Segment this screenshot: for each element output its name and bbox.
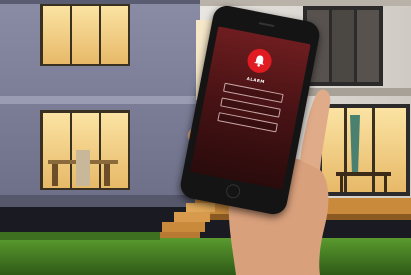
- bell-icon: [254, 55, 264, 67]
- photo-scene: ALARM: [0, 0, 411, 275]
- phone-screen: ALARM: [190, 26, 311, 190]
- alarm-bell-icon: [245, 46, 274, 75]
- status-bar: [218, 29, 310, 47]
- phone-earpiece: [258, 22, 275, 28]
- home-button[interactable]: [224, 183, 242, 200]
